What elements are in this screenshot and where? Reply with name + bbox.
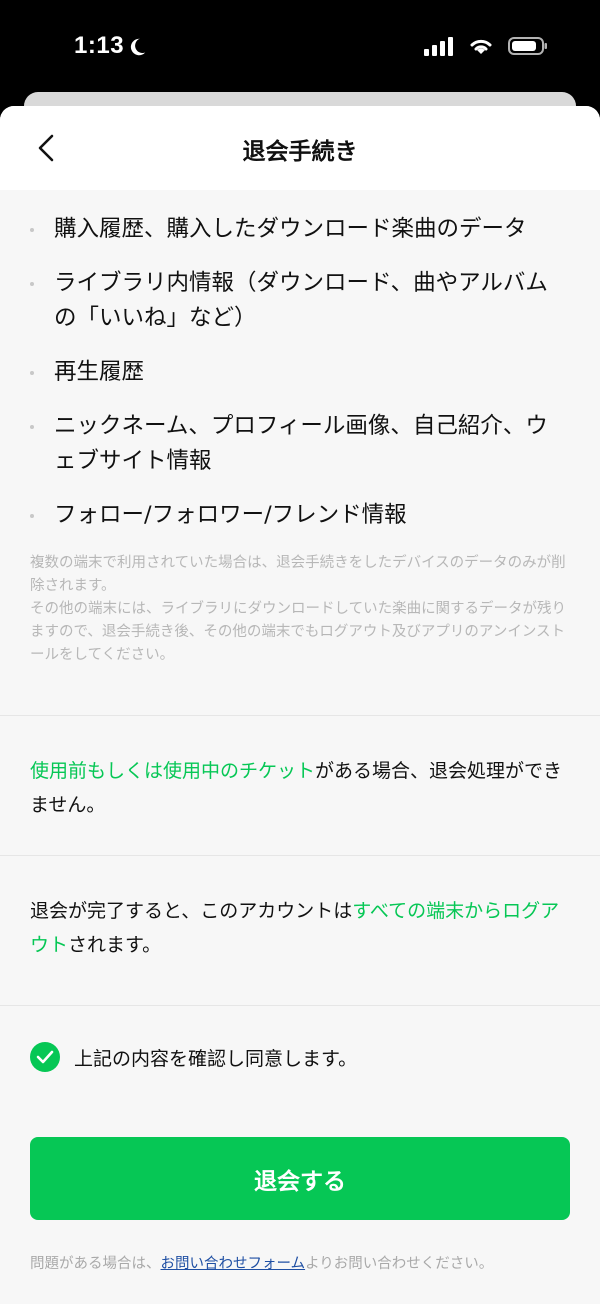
- checkmark-icon: [36, 1050, 54, 1064]
- footer-suffix: よりお問い合わせください。: [305, 1256, 494, 1272]
- status-time: 1:13: [74, 32, 125, 59]
- list-item: ニックネーム、プロフィール画像、自己紹介、ウェブサイト情報: [30, 409, 570, 479]
- modal-sheet: 退会手続き 購入履歴、購入したダウンロード楽曲のデータ ライブラリ内情報（ダウン…: [0, 106, 600, 1304]
- list-item: 購入履歴、購入したダウンロード楽曲のデータ: [30, 212, 570, 247]
- page-title: 退会手続き: [242, 139, 358, 165]
- bullet-dot: [30, 425, 34, 429]
- moon-icon: [130, 38, 146, 56]
- status-bar: 1:13: [0, 0, 600, 100]
- data-loss-list: 購入履歴、購入したダウンロード楽曲のデータ ライブラリ内情報（ダウンロード、曲や…: [30, 190, 570, 533]
- device-note-line2: その他の端末には、ライブラリにダウンロードしていた楽曲に関するデータが残りますの…: [30, 601, 567, 663]
- content: 購入履歴、購入したダウンロード楽曲のデータ ライブラリ内情報（ダウンロード、曲や…: [0, 190, 600, 667]
- ticket-highlight: 使用前もしくは使用中のチケット: [30, 760, 316, 782]
- bullet-dot: [30, 371, 34, 375]
- logout-prefix: 退会が完了すると、このアカウントは: [30, 900, 353, 922]
- ticket-notice: 使用前もしくは使用中のチケットがある場合、退会処理ができません。: [30, 754, 570, 822]
- header: 退会手続き: [0, 106, 600, 190]
- agreement-row[interactable]: 上記の内容を確認し同意します。: [30, 1042, 357, 1072]
- list-item-text: 再生履歴: [54, 359, 145, 385]
- device-note: 複数の端末で利用されていた場合は、退会手続きをしたデバイスのデータのみが削除され…: [30, 552, 570, 667]
- list-item-text: ニックネーム、プロフィール画像、自己紹介、ウェブサイト情報: [54, 413, 548, 474]
- signal-icon: [424, 37, 453, 56]
- logout-section: 退会が完了すると、このアカウントはすべての端末からログアウトされます。: [0, 856, 600, 1005]
- list-item: 再生履歴: [30, 355, 570, 390]
- list-item-text: フォロー/フォロワー/フレンド情報: [54, 502, 407, 528]
- list-item: フォロー/フォロワー/フレンド情報: [30, 498, 570, 533]
- agreement-checkbox[interactable]: [30, 1042, 60, 1072]
- list-item: ライブラリ内情報（ダウンロード、曲やアルバムの「いいね」など）: [30, 266, 570, 336]
- logout-notice: 退会が完了すると、このアカウントはすべての端末からログアウトされます。: [30, 894, 570, 962]
- footer-note: 問題がある場合は、お問い合わせフォームよりお問い合わせください。: [30, 1252, 493, 1273]
- battery-icon: [508, 37, 547, 55]
- logout-suffix: されます。: [68, 934, 162, 956]
- agreement-label: 上記の内容を確認し同意します。: [74, 1047, 358, 1070]
- bullet-dot: [30, 282, 34, 286]
- list-item-text: 購入履歴、購入したダウンロード楽曲のデータ: [54, 216, 527, 242]
- contact-form-link[interactable]: お問い合わせフォーム: [161, 1256, 306, 1272]
- bullet-dot: [30, 514, 34, 518]
- divider: [0, 1005, 600, 1006]
- withdraw-button[interactable]: 退会する: [30, 1137, 570, 1220]
- bullet-dot: [30, 228, 34, 232]
- device-note-line1: 複数の端末で利用されていた場合は、退会手続きをしたデバイスのデータのみが削除され…: [30, 555, 566, 594]
- list-item-text: ライブラリ内情報（ダウンロード、曲やアルバムの「いいね」など）: [54, 270, 548, 331]
- footer-prefix: 問題がある場合は、: [30, 1256, 161, 1272]
- ticket-section: 使用前もしくは使用中のチケットがある場合、退会処理ができません。: [0, 716, 600, 855]
- wifi-icon: [470, 39, 492, 54]
- status-icons: [424, 36, 548, 56]
